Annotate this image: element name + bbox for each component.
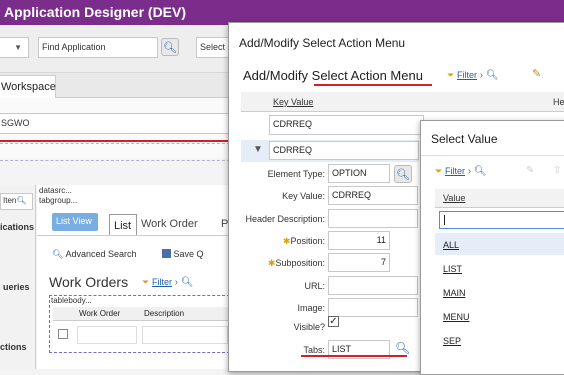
tabgroup-label: tabgroup... [39,196,78,205]
element-type-field[interactable]: OPTION [328,164,390,183]
datasrc-label: datasrc... [39,186,72,195]
label-header-description: Header Description: [245,214,325,224]
col-key-value[interactable]: Key Value [273,97,313,107]
table-header: Work Order Description [53,307,231,321]
search-icon[interactable]: 🔍︎ [395,341,410,355]
header-description-field[interactable] [328,209,418,228]
sidebar-item-queries[interactable]: ueries [3,282,30,292]
select-value-filter-link[interactable]: ⏷ Filter › 🔍︎ [435,166,487,177]
select-value-divider [421,155,564,156]
select-value-header: Value [435,189,564,208]
tablebody-label: tablebody... [51,296,92,305]
key-row-2-selected[interactable]: ▼ CDRREQ [241,140,419,162]
save-icon [162,249,171,258]
subposition-field[interactable]: 7 [328,253,390,272]
tablebody-region: tablebody... Work Order Description [49,295,231,353]
dialog-header: Add/Modify Select Action Menu [243,68,423,83]
section-title: Work Orders [49,274,129,290]
tab-list[interactable]: List [109,214,137,235]
list-item-menu[interactable]: MENU [435,305,564,327]
label-subposition: ✱Subposition: [267,258,325,268]
chevron-right-icon: › [479,70,484,81]
col-value[interactable]: Value [443,193,465,203]
label-element-type: Element Type: [267,169,325,179]
advanced-search-button[interactable]: 🔍︎ Advanced Search [52,249,137,260]
workspace-red-underline [0,140,230,142]
app-select-dropdown[interactable]: ▼ [0,37,29,58]
filter-icon: ⏷ [435,166,443,176]
search-icon: 🔍︎ [16,196,27,205]
search-icon[interactable]: 🔍︎ [161,38,179,56]
tab-workspace[interactable]: Workspace [0,75,56,98]
cell-description [142,326,228,344]
label-key-value: Key Value: [282,191,325,201]
list-item-all[interactable]: ALL [435,233,564,255]
save-query-button[interactable]: Save Q [162,249,204,259]
label-position: ✱Position: [282,236,325,246]
tab-divider [37,235,230,236]
edit-icon[interactable]: ✎ [532,67,541,80]
filter-icon: ⏷ [142,277,150,287]
col-he: He [553,97,564,107]
key-value-field[interactable]: CDRREQ [328,186,418,205]
dialog-window-title: Add/Modify Select Action Menu [239,36,406,50]
search-icon: 🔍︎ [473,166,487,177]
arrow-up-icon: ⇧ [553,165,562,176]
list-item-list[interactable]: LIST [435,257,564,279]
filter-link[interactable]: ⏷ Filter › 🔍︎ [142,277,194,288]
find-application-input[interactable]: Find Application [38,37,158,58]
tabs-red-underline [301,355,407,357]
key-table-header: Key Value He [241,92,564,112]
label-url: URL: [304,281,325,291]
search-icon: 🔍︎ [52,249,64,259]
workspace-field[interactable]: SGWO [0,113,230,134]
list-item-sep[interactable]: SEP [435,329,564,351]
app-title: Application Designer (DEV) [4,4,187,20]
select-value-title: Select Value [431,132,498,146]
col-work-order: Work Order [79,309,121,318]
header-red-underline [314,84,432,86]
collapse-icon[interactable]: ▼ [253,144,263,155]
visible-checkbox[interactable]: ✓ [328,316,339,327]
label-image: Image: [297,303,325,313]
key-row-2-field: CDRREQ [269,141,419,160]
tab-work-order[interactable]: Work Order [141,218,198,230]
position-field[interactable]: 11 [328,231,390,250]
row-checkbox[interactable] [58,329,68,339]
list-item-main[interactable]: MAIN [435,281,564,303]
search-icon: 🔍︎ [180,277,194,288]
sidebar-item-actions[interactable]: ctions [0,342,27,352]
sidebar-search[interactable]: Iten🔍︎ [0,193,33,210]
workspace-dashed-region [0,143,230,161]
sidebar-item-applications[interactable]: ications [0,222,34,232]
search-icon: 🔍︎ [485,70,499,81]
chevron-right-icon: › [174,277,179,288]
dialog-filter-link[interactable]: ⏷ Filter › 🔍︎ [447,70,499,81]
search-icon[interactable]: 🔍︎ [394,165,412,183]
image-field[interactable] [328,298,418,317]
url-field[interactable] [328,276,418,295]
key-row-1[interactable]: CDRREQ [269,115,424,135]
label-tabs: Tabs: [303,345,325,355]
chevron-right-icon: › [467,166,472,177]
col-description: Description [144,309,185,318]
value-search-input[interactable] [439,211,564,229]
cell-work-order [77,326,137,344]
label-visible: Visible? [293,322,325,332]
chevron-down-icon: ▼ [14,43,22,52]
select-dropdown[interactable]: Select [196,37,231,58]
select-value-dialog: Select Value ⏷ Filter › 🔍︎ ✎ ⇧ Value ALL… [420,120,564,375]
designer-canvas: datasrc... tabgroup... List View List Wo… [37,185,231,369]
edit-icon: ✎ [526,165,535,176]
filter-icon: ⏷ [447,70,455,80]
list-view-badge[interactable]: List View [52,213,98,231]
